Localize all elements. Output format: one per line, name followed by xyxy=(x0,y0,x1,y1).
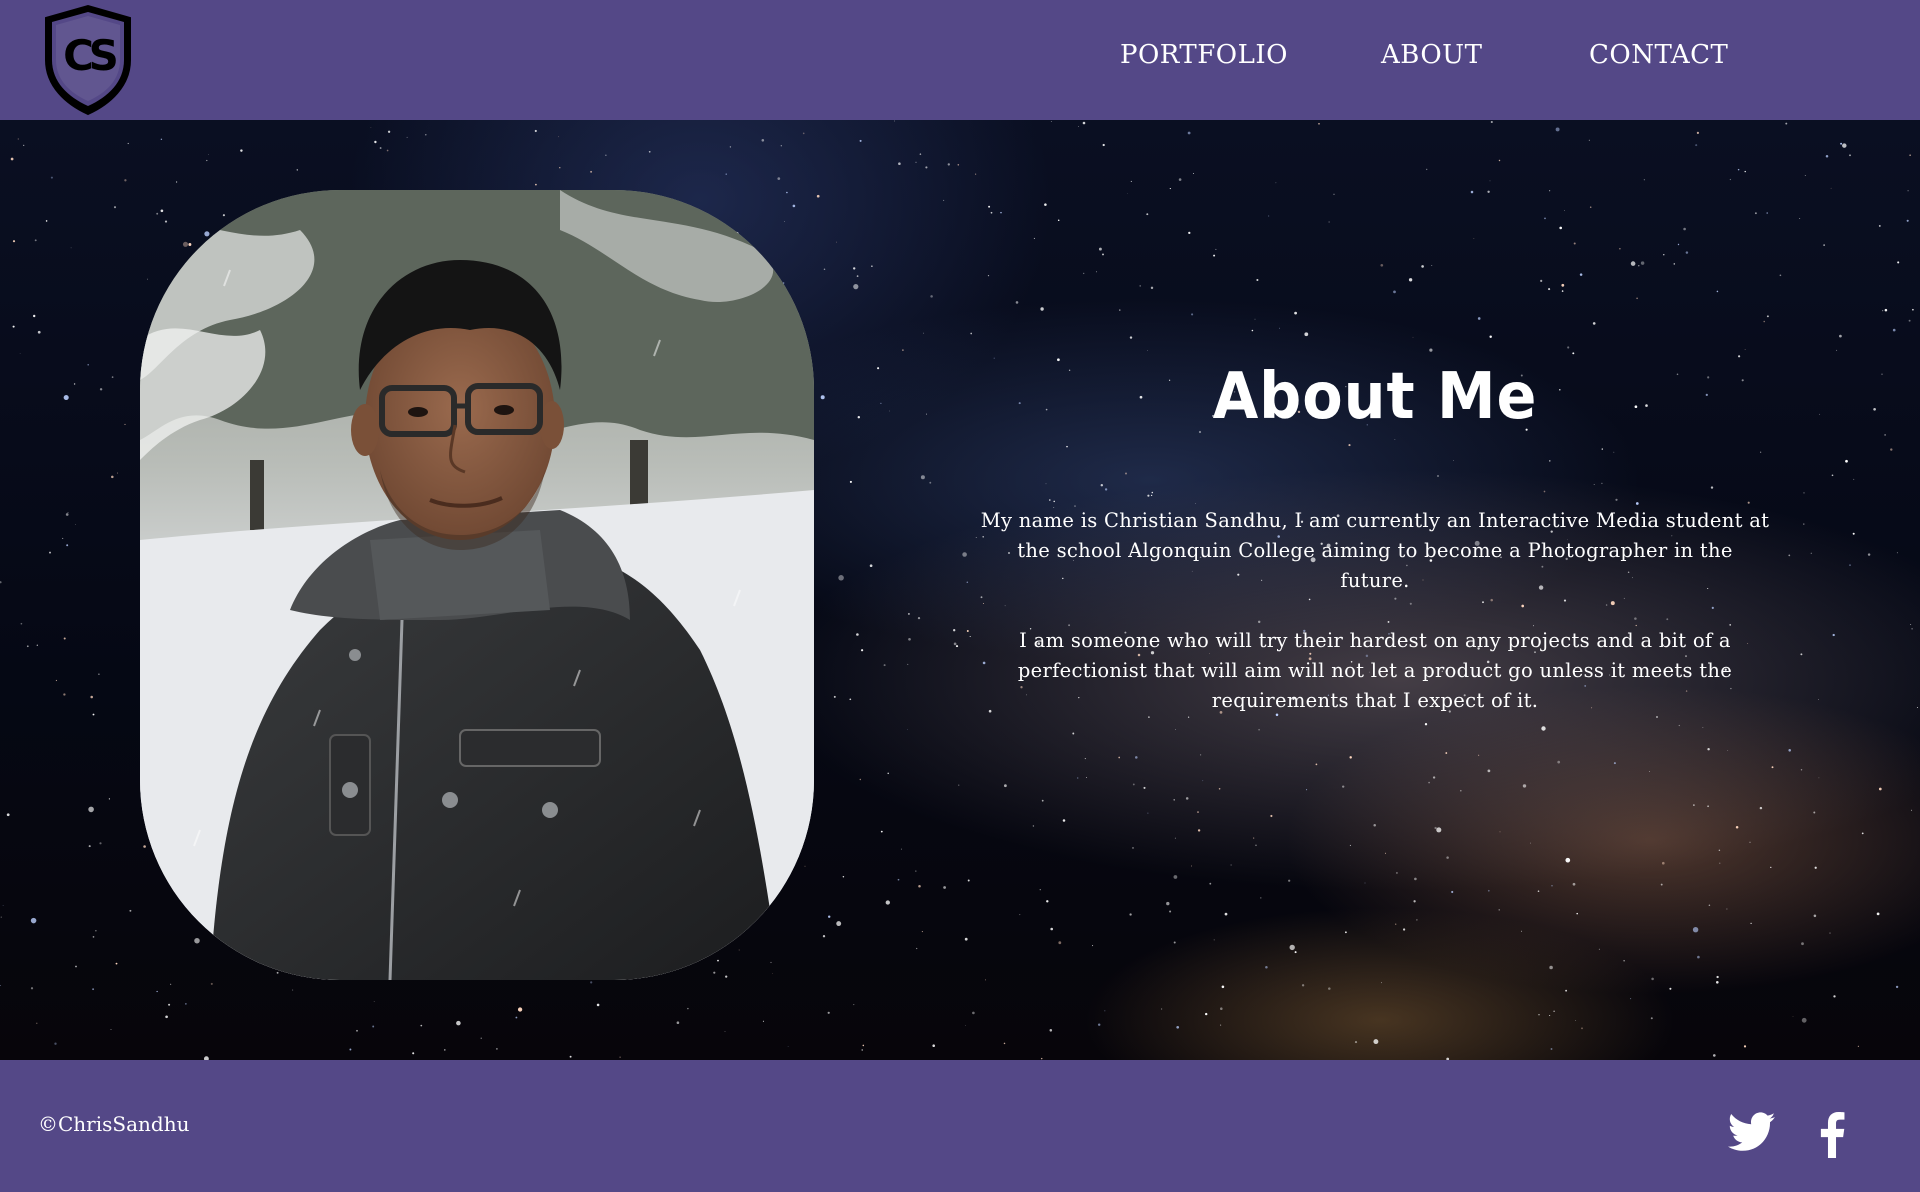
logo-text: CS xyxy=(63,31,117,80)
nav-portfolio[interactable]: PORTFOLIO xyxy=(1120,40,1288,70)
hero-section: About Me My name is Christian Sandhu, I … xyxy=(0,120,1920,1060)
facebook-icon[interactable] xyxy=(1818,1112,1846,1158)
about-paragraph-2: I am someone who will try their hardest … xyxy=(1017,629,1733,712)
twitter-icon[interactable] xyxy=(1728,1112,1776,1154)
about-title: About Me xyxy=(1212,360,1538,434)
copyright-text: ©ChrisSandhu xyxy=(38,1112,190,1136)
site-footer: ©ChrisSandhu xyxy=(0,1060,1920,1192)
nav-contact[interactable]: CONTACT xyxy=(1589,40,1728,70)
about-section: About Me My name is Christian Sandhu, I … xyxy=(980,360,1770,716)
site-header: CS PORTFOLIO ABOUT CONTACT xyxy=(0,0,1920,120)
nav-about[interactable]: ABOUT xyxy=(1381,40,1482,70)
about-paragraph-1: My name is Christian Sandhu, I am curren… xyxy=(980,509,1770,592)
profile-photo xyxy=(140,190,814,980)
logo[interactable]: CS xyxy=(38,4,138,116)
